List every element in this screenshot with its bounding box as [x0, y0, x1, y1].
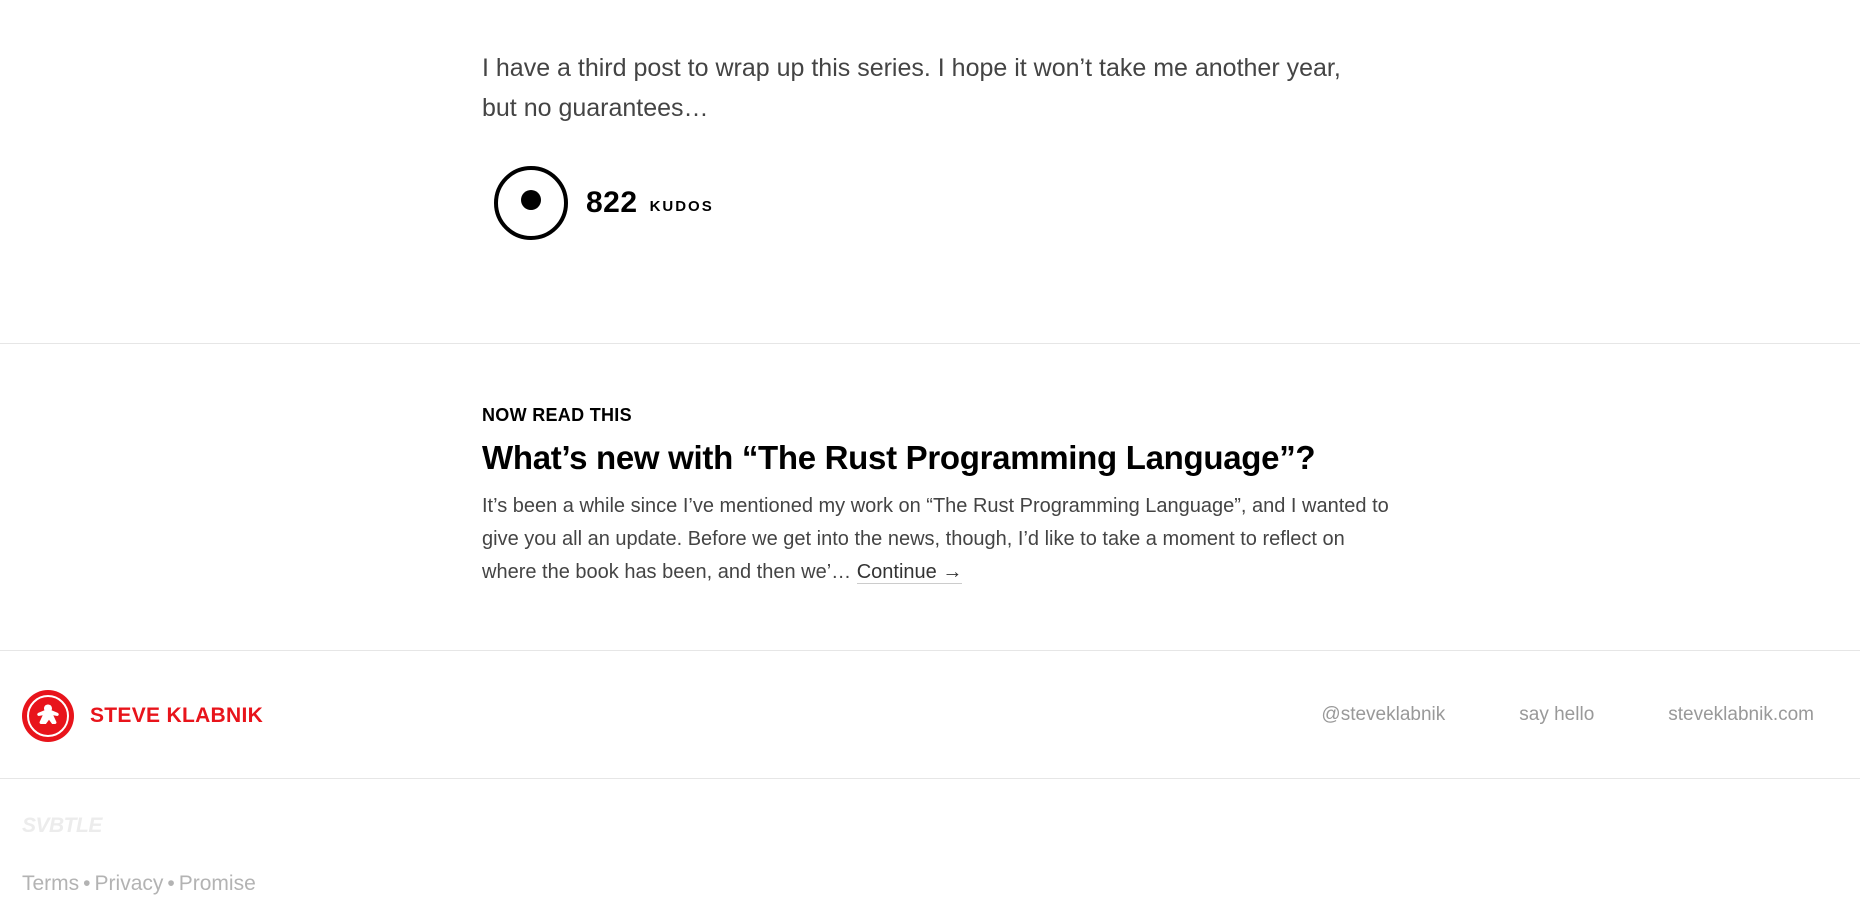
separator: • — [167, 872, 175, 895]
kudos-dot-icon — [521, 190, 541, 210]
blog-brand[interactable]: STEVE KLABNIK — [22, 690, 263, 742]
say-hello-link[interactable]: say hello — [1519, 704, 1594, 726]
website-link[interactable]: steveklabnik.com — [1668, 704, 1814, 726]
footer-links: @steveklabnik say hello steveklabnik.com — [1321, 704, 1814, 726]
separator: • — [83, 872, 91, 895]
divider — [0, 343, 1860, 344]
now-read-heading: NOW READ THIS — [482, 405, 632, 425]
next-post-title[interactable]: What’s new with “The Rust Programming La… — [482, 436, 1402, 480]
read-next-section: NOW READ THIS What’s new with “The Rust … — [482, 405, 1402, 589]
divider — [0, 778, 1860, 779]
meeple-logo-icon — [22, 690, 74, 742]
kudos-widget: 822 KUDOS — [494, 166, 714, 240]
kudos-button[interactable] — [494, 166, 568, 240]
promise-link[interactable]: Promise — [179, 872, 256, 895]
legal-links: Terms • Privacy • Promise — [22, 872, 256, 896]
closing-paragraph: I have a third post to wrap up this seri… — [482, 54, 1341, 122]
svbtle-logo[interactable]: SVBTLE — [22, 814, 102, 838]
twitter-link[interactable]: @steveklabnik — [1321, 704, 1445, 726]
continue-link[interactable]: Continue → — [856, 561, 963, 584]
article-end: I have a third post to wrap up this seri… — [482, 48, 1382, 240]
blog-author-name: STEVE KLABNIK — [90, 704, 264, 727]
terms-link[interactable]: Terms — [22, 872, 79, 895]
kudos-count: 822 — [586, 186, 638, 219]
privacy-link[interactable]: Privacy — [95, 872, 164, 895]
footer-bar: STEVE KLABNIK @steveklabnik say hello st… — [0, 650, 1860, 778]
kudos-label: KUDOS — [649, 197, 714, 215]
next-post-excerpt: It’s been a while since I’ve mentioned m… — [482, 490, 1402, 589]
